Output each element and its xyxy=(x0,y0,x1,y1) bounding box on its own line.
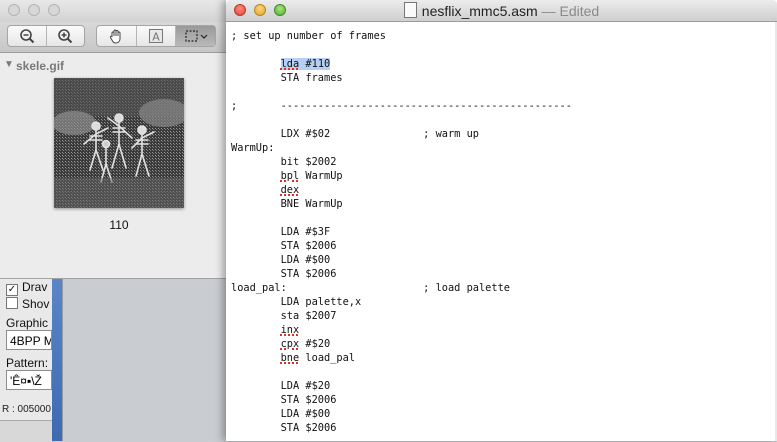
code-line[interactable]: ; set up number of frames xyxy=(231,29,572,43)
preview-titlebar xyxy=(0,0,228,22)
code-line[interactable]: sta $2007 xyxy=(231,309,572,323)
code-line[interactable]: cpx #$20 xyxy=(231,337,572,351)
code-editor-text-area[interactable]: ; set up number of frames lda #110 STA f… xyxy=(231,29,572,435)
minimize-button[interactable] xyxy=(28,4,40,16)
spelling-error-mark: cpx xyxy=(280,338,300,350)
checkbox-checked-icon[interactable]: ✓ xyxy=(6,284,18,296)
graphics-format-select[interactable]: 4BPP M xyxy=(6,330,52,350)
code-line-blank[interactable] xyxy=(231,113,572,127)
code-line-blank[interactable] xyxy=(231,85,572,99)
show-checkbox-row[interactable]: Shov xyxy=(6,297,49,311)
code-line[interactable]: load_pal: ; load palette xyxy=(231,281,572,295)
code-line[interactable]: STA frames xyxy=(231,71,572,85)
code-line-blank[interactable] xyxy=(231,365,572,379)
window-title: nesflix_mmc5.asm — Edited xyxy=(226,2,777,19)
code-line[interactable]: LDA #$20 xyxy=(231,379,572,393)
text-select-button[interactable]: A xyxy=(137,26,177,46)
zoom-button[interactable] xyxy=(48,4,60,16)
draw-checkbox-label: Drav xyxy=(22,280,48,294)
code-line[interactable]: dex xyxy=(231,183,572,197)
zoom-control xyxy=(7,25,85,47)
code-line[interactable]: BNE WarmUp xyxy=(231,197,572,211)
preview-toolbar: A xyxy=(0,22,228,53)
text-selection: lda #110 xyxy=(280,58,331,70)
svg-text:A: A xyxy=(152,31,160,44)
spelling-error-mark: inx xyxy=(280,324,300,336)
zoom-in-button[interactable] xyxy=(47,26,85,46)
rect-select-icon xyxy=(185,30,208,42)
address-status: R : 005000 xyxy=(2,404,51,415)
pattern-field[interactable]: 'Ê¤▪\Ž xyxy=(6,370,52,390)
rect-select-button[interactable] xyxy=(176,26,216,46)
tool-mode-control: A xyxy=(96,25,216,47)
spelling-error-mark: dex xyxy=(280,184,300,196)
preview-window: A ▼ skele.gif 110 xyxy=(0,0,229,279)
document-icon[interactable] xyxy=(403,2,417,18)
checkbox-unchecked-icon[interactable] xyxy=(6,297,18,309)
code-line[interactable]: ; --------------------------------------… xyxy=(231,99,572,113)
code-line-blank[interactable] xyxy=(231,211,572,225)
skeleton-image-icon xyxy=(54,78,184,208)
document-filename: nesflix_mmc5.asm xyxy=(421,3,538,19)
code-line[interactable]: STA $2006 xyxy=(231,239,572,253)
sidebar-header[interactable]: ▼ skele.gif xyxy=(0,57,228,75)
spelling-error-mark: bpl xyxy=(280,170,300,182)
bottom-strip xyxy=(0,420,52,442)
code-line-blank[interactable] xyxy=(231,43,572,57)
text-select-icon: A xyxy=(149,29,163,44)
code-line[interactable]: LDA palette,x xyxy=(231,295,572,309)
background-app-panel: ✓ Drav Shov Graphic 4BPP M Pattern: 'Ê¤▪\… xyxy=(0,272,63,442)
zoom-out-icon xyxy=(19,29,34,44)
hand-icon xyxy=(110,29,121,44)
draw-checkbox-row[interactable]: ✓ Drav xyxy=(6,280,47,296)
pattern-label: Pattern: xyxy=(6,356,49,370)
code-line[interactable]: LDX #$02 ; warm up xyxy=(231,127,572,141)
window-edge-bar xyxy=(52,272,62,441)
code-line[interactable]: WarmUp: xyxy=(231,141,572,155)
code-line[interactable]: LDA #$3F xyxy=(231,225,572,239)
thumbnail-caption: 110 xyxy=(109,218,129,232)
zoom-out-button[interactable] xyxy=(8,26,47,46)
edited-status: — Edited xyxy=(541,3,600,19)
sidebar-file-title: skele.gif xyxy=(16,59,65,73)
image-thumbnail[interactable] xyxy=(54,78,184,208)
code-line[interactable]: bne load_pal xyxy=(231,351,572,365)
hand-tool-button[interactable] xyxy=(97,26,137,46)
code-line[interactable]: LDA #$00 xyxy=(231,407,572,421)
code-line[interactable]: lda #110 xyxy=(231,57,572,71)
spelling-error-mark: lda xyxy=(280,58,300,70)
spelling-error-mark: bne xyxy=(280,352,300,364)
editor-titlebar: nesflix_mmc5.asm — Edited xyxy=(226,0,777,22)
code-line[interactable]: LDA #$00 xyxy=(231,253,572,267)
code-line[interactable]: STA $2006 xyxy=(231,393,572,407)
disclosure-triangle-icon[interactable]: ▼ xyxy=(4,59,14,70)
show-checkbox-label: Shov xyxy=(22,297,50,311)
graphics-label: Graphic xyxy=(6,316,49,330)
text-editor-window: nesflix_mmc5.asm — Edited ; set up numbe… xyxy=(226,0,777,441)
code-line[interactable]: bit $2002 xyxy=(231,155,572,169)
code-line[interactable]: STA $2006 xyxy=(231,267,572,281)
zoom-in-icon xyxy=(58,29,73,44)
code-line[interactable]: STA $2006 xyxy=(231,421,572,435)
close-button[interactable] xyxy=(8,4,20,16)
code-line[interactable]: bpl WarmUp xyxy=(231,169,572,183)
code-line[interactable]: inx xyxy=(231,323,572,337)
